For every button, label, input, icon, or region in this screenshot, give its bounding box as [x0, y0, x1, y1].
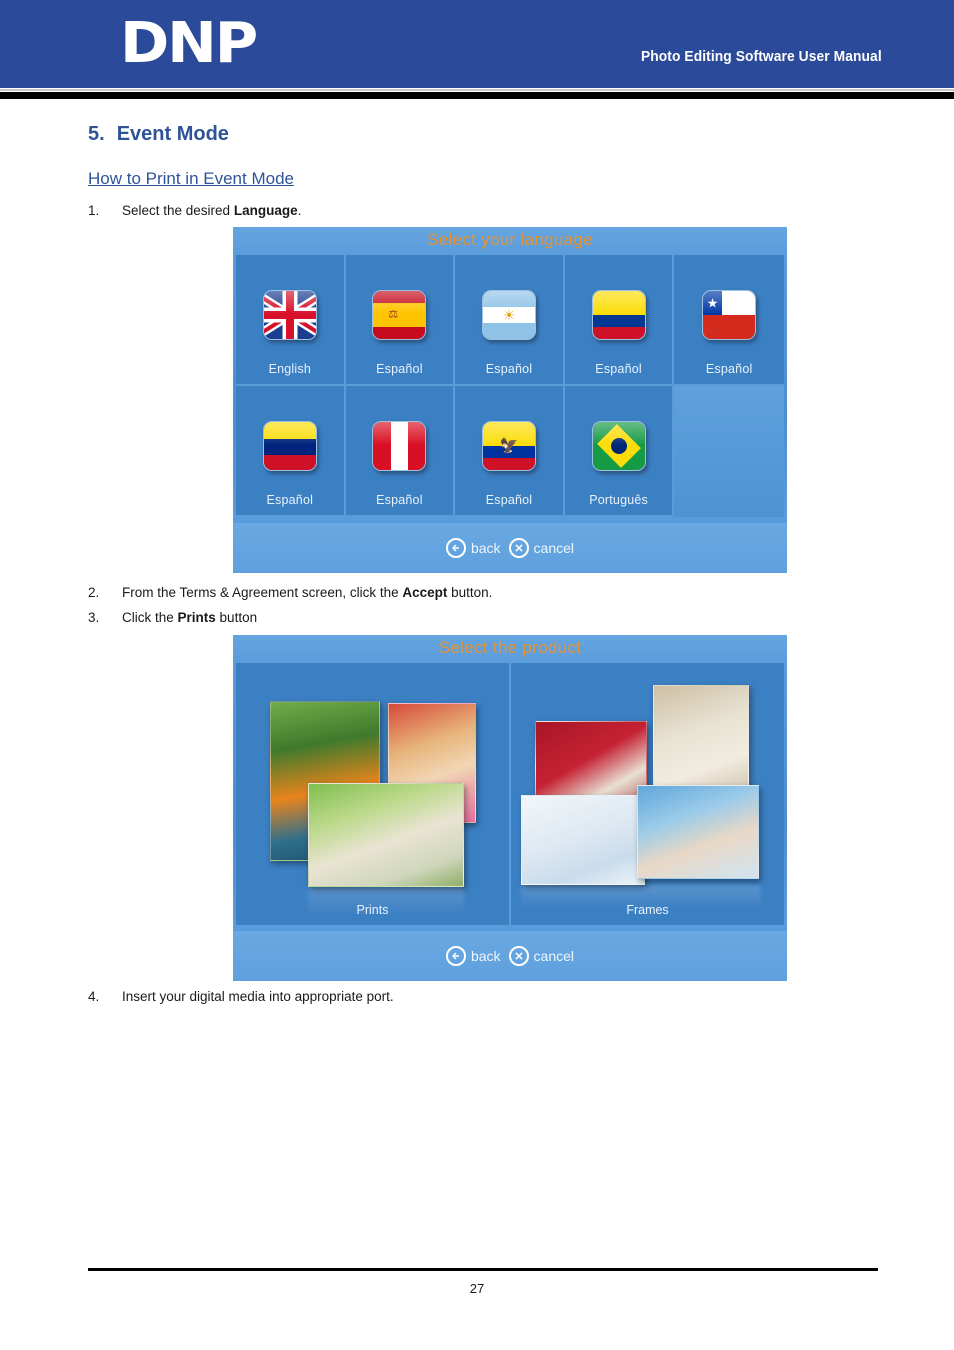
- step-2-number: 2.: [88, 585, 100, 600]
- step-2-text-bold: Accept: [402, 585, 448, 600]
- step-1-text-bold: Language: [233, 203, 298, 218]
- step-4-text: Insert your digital media into appropria…: [122, 989, 394, 1004]
- flag-colombia-icon: [591, 290, 646, 340]
- language-label: Português: [589, 493, 648, 507]
- step-1-number: 1.: [88, 203, 100, 218]
- product-tile-prints[interactable]: Prints: [236, 663, 511, 925]
- language-tile-grid: English ⚖ Español ☀ Español Español ★ Es…: [236, 255, 784, 517]
- close-icon: [508, 538, 529, 558]
- language-tile-brazil[interactable]: Português: [564, 386, 675, 517]
- page-number: 27: [469, 1281, 485, 1296]
- step-2-text-post: button.: [447, 585, 493, 600]
- language-selection-screenshot: Select your language English ⚖ Español ☀…: [233, 227, 787, 573]
- language-tile-empty: [674, 386, 784, 517]
- step-3-text-post: button: [215, 610, 258, 625]
- photo-girl-snow-frame: [637, 785, 759, 879]
- language-screen-title: Select your language: [427, 230, 593, 249]
- language-label: Español: [485, 493, 533, 507]
- sub-heading: How to Print in Event Mode: [88, 169, 294, 188]
- language-tile-spain[interactable]: ⚖ Español: [345, 255, 456, 386]
- step-1-text-post: .: [297, 203, 302, 218]
- page-title: 5. Event Mode: [88, 123, 229, 146]
- back-button[interactable]: back: [445, 946, 501, 966]
- back-button-label: back: [470, 540, 501, 556]
- page-header: DNP Photo Editing Software User Manual: [0, 0, 954, 88]
- step-1: 1. Select the desired Language.: [88, 203, 301, 218]
- language-label: Español: [485, 362, 533, 376]
- step-2: 2. From the Terms & Agreement screen, cli…: [88, 585, 492, 600]
- dnp-logo: DNP: [120, 11, 258, 76]
- step-4-number: 4.: [88, 989, 100, 1004]
- close-icon: [508, 946, 529, 966]
- photo-baby-blue-frame: [521, 795, 645, 885]
- flag-argentina-icon: ☀: [481, 290, 536, 340]
- language-tile-ecuador[interactable]: 🦅 Español: [455, 386, 565, 517]
- section-title: Event Mode: [116, 123, 229, 145]
- language-label: Español: [376, 362, 423, 376]
- flag-spain-icon: ⚖: [372, 290, 427, 340]
- language-label: English: [268, 362, 311, 376]
- language-label: Español: [595, 362, 642, 376]
- product-selection-screenshot: Select the product Prints Frames back ca…: [233, 635, 787, 981]
- step-3: 3. Click the Prints button: [88, 610, 257, 625]
- cancel-button-label: cancel: [533, 540, 575, 556]
- step-3-text-pre: Click the: [122, 610, 178, 625]
- photo-family-biking: [308, 783, 464, 887]
- flag-ecuador-icon: 🦅: [481, 421, 536, 471]
- language-tile-venezuela[interactable]: Español: [236, 386, 346, 517]
- back-arrow-icon: [445, 946, 466, 966]
- language-tile-english[interactable]: English: [236, 255, 346, 386]
- header-rule-black: [0, 92, 954, 99]
- product-screen-navbar: back cancel: [233, 931, 787, 981]
- step-4: 4. Insert your digital media into appropr…: [88, 989, 394, 1004]
- step-1-text-pre: Select the desired: [122, 203, 234, 218]
- cancel-button-label: cancel: [533, 948, 575, 964]
- language-label: Español: [266, 493, 314, 507]
- product-label: Prints: [356, 903, 389, 917]
- language-label: Español: [376, 493, 423, 507]
- step-3-number: 3.: [88, 610, 100, 625]
- back-arrow-icon: [445, 538, 466, 558]
- step-3-text-bold: Prints: [177, 610, 216, 625]
- language-tile-peru[interactable]: Español: [345, 386, 456, 517]
- language-screen-titlebar: Select your language: [233, 227, 787, 255]
- cancel-button[interactable]: cancel: [508, 946, 575, 966]
- cancel-button[interactable]: cancel: [508, 538, 575, 558]
- language-tile-chile[interactable]: ★ Español: [674, 255, 784, 386]
- step-2-text-pre: From the Terms & Agreement screen, click…: [122, 585, 403, 600]
- product-tile-frames[interactable]: Frames: [511, 663, 784, 925]
- language-tile-argentina[interactable]: ☀ Español: [455, 255, 565, 386]
- flag-uk-icon: [262, 290, 317, 340]
- back-button[interactable]: back: [445, 538, 501, 558]
- product-tile-grid: Prints Frames: [236, 663, 784, 925]
- flag-brazil-icon: [591, 421, 646, 471]
- header-manual-title: Photo Editing Software User Manual: [641, 48, 882, 65]
- footer-rule: [88, 1268, 878, 1271]
- header-rule-gray: [0, 89, 954, 91]
- flag-venezuela-icon: [262, 421, 317, 471]
- product-screen-title: Select the product: [438, 638, 582, 657]
- language-screen-navbar: back cancel: [233, 523, 787, 573]
- flag-peru-icon: [372, 421, 427, 471]
- language-tile-colombia[interactable]: Español: [564, 255, 675, 386]
- product-screen-titlebar: Select the product: [233, 635, 787, 663]
- language-label: Español: [705, 362, 753, 376]
- flag-chile-icon: ★: [702, 290, 757, 340]
- product-label: Frames: [626, 903, 669, 917]
- back-button-label: back: [470, 948, 501, 964]
- section-number: 5.: [88, 123, 105, 145]
